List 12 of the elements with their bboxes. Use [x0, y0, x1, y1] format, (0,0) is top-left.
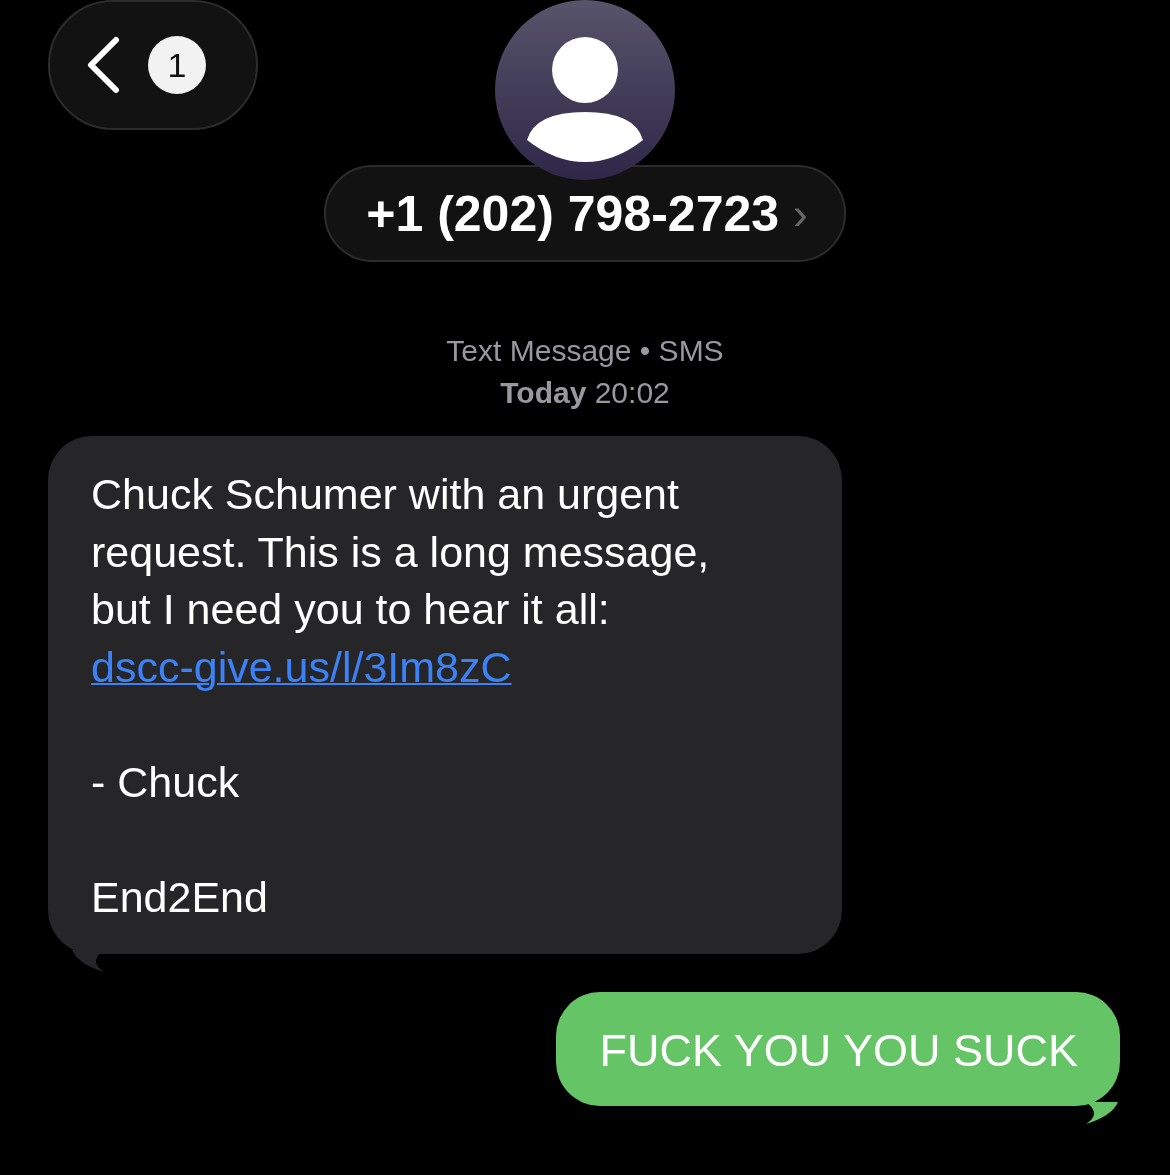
timestamp: Today 20:02 — [499, 375, 671, 411]
message-text: - Chuck — [91, 756, 241, 808]
back-icon — [86, 36, 120, 94]
unread-badge: 1 — [148, 36, 206, 94]
service-label: Text Message • SMS — [445, 333, 725, 369]
message-link[interactable]: dscc-give.us/l/3Im8zC — [91, 642, 512, 691]
avatar-icon[interactable] — [495, 0, 675, 180]
message-text: End2End — [91, 871, 269, 923]
back-button[interactable]: 1 — [48, 0, 258, 130]
contact-button[interactable]: +1 (202) 798-2723 › — [324, 165, 846, 262]
message-text: FUCK YOU YOU SUCK — [599, 1024, 1078, 1078]
message-text: Chuck Schumer with an urgent request. This is a long message, but I need you to hear it all: — [91, 469, 711, 635]
